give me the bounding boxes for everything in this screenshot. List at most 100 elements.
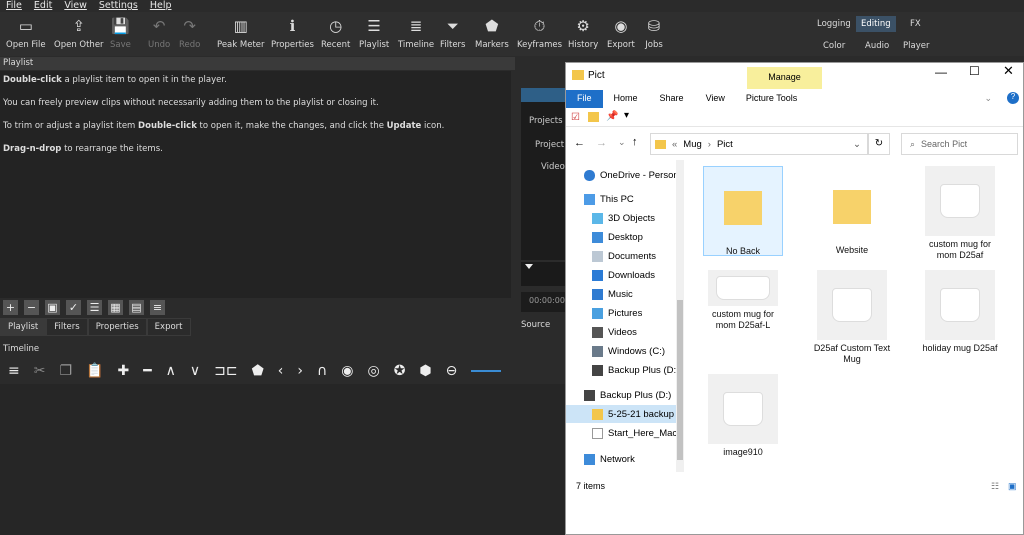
toolbar-redo-button[interactable]: ↷ Redo bbox=[179, 16, 200, 50]
tab-export[interactable]: Export bbox=[146, 318, 191, 336]
properties-icon[interactable]: ☑ bbox=[571, 112, 580, 123]
ripple-all-icon[interactable]: ✪ bbox=[394, 363, 406, 379]
tiles-view-icon[interactable]: ▦ bbox=[108, 300, 123, 315]
menu-file[interactable]: File bbox=[6, 0, 22, 12]
search-box[interactable]: ⌕ Search Pict bbox=[901, 133, 1018, 155]
remove-icon[interactable]: − bbox=[24, 300, 39, 315]
file-item[interactable]: custom mug for mom D25af bbox=[920, 166, 1000, 261]
tab-filters[interactable]: Filters bbox=[46, 318, 88, 336]
minimize-icon[interactable]: — bbox=[935, 65, 947, 79]
ripple-markers-icon[interactable]: ⬢ bbox=[419, 363, 431, 379]
new-folder-icon[interactable] bbox=[588, 112, 599, 122]
check-icon[interactable]: ✓ bbox=[66, 300, 81, 315]
lift-icon[interactable]: ∧ bbox=[166, 363, 176, 379]
layout-editing[interactable]: Editing bbox=[856, 16, 896, 32]
nav-item[interactable]: OneDrive - Person bbox=[584, 166, 679, 184]
ribbon-tab-home[interactable]: Home bbox=[603, 90, 649, 108]
nav-item[interactable]: Music bbox=[592, 285, 633, 303]
toolbar-properties-button[interactable]: ℹ Properties bbox=[271, 16, 314, 50]
nav-scrollbar[interactable] bbox=[676, 160, 684, 472]
recent-locations-icon[interactable]: ⌄ bbox=[618, 137, 626, 148]
breadcrumb-item[interactable]: Mug bbox=[683, 139, 701, 150]
menu-edit[interactable]: Edit bbox=[34, 0, 52, 12]
nav-item[interactable]: Windows (C:) bbox=[592, 342, 665, 360]
ribbon-tab-view[interactable]: View bbox=[695, 90, 736, 108]
zoom-slider[interactable] bbox=[471, 370, 502, 372]
toolbar-open-other-button[interactable]: ⇪ Open Other bbox=[54, 16, 104, 50]
refresh-icon[interactable]: ↻ bbox=[868, 133, 890, 155]
next-marker-icon[interactable]: › bbox=[297, 363, 303, 379]
ribbon-tab-file[interactable]: File bbox=[566, 90, 603, 108]
zoom-out-icon[interactable]: ⊖ bbox=[446, 363, 458, 379]
overwrite-icon[interactable]: ∨ bbox=[190, 363, 200, 379]
file-item[interactable]: holiday mug D25af bbox=[920, 270, 1000, 354]
nav-item[interactable]: Documents bbox=[592, 247, 656, 265]
file-item[interactable]: D25af Custom Text Mug bbox=[812, 270, 892, 365]
scrollbar-thumb[interactable] bbox=[677, 300, 683, 460]
large-icons-view-icon[interactable]: ▣ bbox=[1008, 481, 1017, 492]
ribbon-tab-picture-tools[interactable]: Picture Tools bbox=[736, 90, 807, 108]
qa-dropdown-icon[interactable]: ▾ bbox=[624, 110, 629, 121]
nav-item[interactable]: Backup Plus (D:) bbox=[592, 361, 679, 379]
tab-playlist[interactable]: Playlist bbox=[0, 318, 47, 336]
layout-player[interactable]: Player bbox=[898, 38, 934, 54]
toolbar-timeline-button[interactable]: ≣ Timeline bbox=[398, 16, 434, 50]
toolbar-filters-button[interactable]: ⏷ Filters bbox=[440, 16, 465, 50]
tab-source[interactable]: Source bbox=[521, 320, 550, 330]
nav-item[interactable]: Start_Here_Mac. bbox=[592, 424, 680, 442]
expand-ribbon-icon[interactable]: ⌄ bbox=[973, 90, 1003, 108]
forward-icon[interactable]: → bbox=[596, 137, 607, 149]
snap-icon[interactable]: ∩ bbox=[317, 363, 327, 379]
help-icon[interactable]: ? bbox=[1007, 92, 1019, 104]
details-view-icon[interactable]: ☰ bbox=[87, 300, 102, 315]
toolbar-jobs-button[interactable]: ⛁ Jobs bbox=[645, 16, 663, 50]
layout-fx[interactable]: FX bbox=[905, 16, 926, 32]
chevron-down-icon[interactable]: ⌄ bbox=[853, 139, 861, 150]
layout-audio[interactable]: Audio bbox=[860, 38, 894, 54]
menu-view[interactable]: View bbox=[64, 0, 87, 12]
details-view-icon[interactable]: ☷ bbox=[991, 481, 999, 492]
append-icon[interactable]: ✚ bbox=[117, 363, 129, 379]
toolbar-peak-meter-button[interactable]: ▥ Peak Meter bbox=[217, 16, 265, 50]
nav-item[interactable]: Pictures bbox=[592, 304, 642, 322]
menu-icon[interactable]: ≡ bbox=[8, 363, 20, 379]
file-item[interactable]: No Back bbox=[703, 166, 783, 256]
layout-logging[interactable]: Logging bbox=[812, 16, 856, 32]
remove-icon[interactable]: ━ bbox=[143, 363, 151, 379]
add-icon[interactable]: + bbox=[3, 300, 18, 315]
toolbar-recent-button[interactable]: ◷ Recent bbox=[321, 16, 350, 50]
nav-item[interactable]: Downloads bbox=[592, 266, 655, 284]
paste-icon[interactable]: 📋 bbox=[86, 363, 103, 379]
cut-icon[interactable]: ✂ bbox=[34, 363, 46, 379]
toolbar-undo-button[interactable]: ↶ Undo bbox=[148, 16, 170, 50]
close-icon[interactable]: ✕ bbox=[1003, 63, 1014, 79]
toolbar-save-button[interactable]: 💾 Save bbox=[110, 16, 131, 50]
copy-icon[interactable]: ❐ bbox=[59, 363, 72, 379]
breadcrumb-item[interactable]: Pict bbox=[717, 139, 733, 150]
update-icon[interactable]: ▣ bbox=[45, 300, 60, 315]
layout-color[interactable]: Color bbox=[818, 38, 850, 54]
nav-item[interactable]: Network bbox=[584, 450, 635, 468]
toolbar-playlist-button[interactable]: ☰ Playlist bbox=[359, 16, 389, 50]
toolbar-open-file-button[interactable]: ▭ Open File bbox=[6, 16, 46, 50]
file-item[interactable]: Website bbox=[812, 166, 892, 256]
scrubber[interactable] bbox=[521, 262, 565, 286]
marker-icon[interactable]: ⬟ bbox=[252, 363, 264, 379]
toolbar-export-button[interactable]: ◉ Export bbox=[607, 16, 635, 50]
tab-properties[interactable]: Properties bbox=[87, 318, 147, 336]
back-icon[interactable]: ← bbox=[574, 137, 585, 149]
breadcrumb-overflow-icon[interactable]: « bbox=[672, 139, 677, 150]
toolbar-markers-button[interactable]: ⬟ Markers bbox=[475, 16, 509, 50]
menu-icon[interactable]: ≡ bbox=[150, 300, 165, 315]
file-item[interactable]: image910 bbox=[703, 374, 783, 458]
menu-help[interactable]: Help bbox=[150, 0, 172, 12]
nav-item[interactable]: Desktop bbox=[592, 228, 643, 246]
ribbon-tab-share[interactable]: Share bbox=[649, 90, 695, 108]
up-icon[interactable]: ↑ bbox=[632, 136, 638, 148]
nav-item[interactable]: Videos bbox=[592, 323, 637, 341]
nav-item[interactable]: Backup Plus (D:) bbox=[584, 386, 671, 404]
ripple-icon[interactable]: ◎ bbox=[367, 363, 379, 379]
nav-item[interactable]: 3D Objects bbox=[592, 209, 655, 227]
address-bar[interactable]: « Mug › Pict ⌄ bbox=[650, 133, 868, 155]
icons-view-icon[interactable]: ▤ bbox=[129, 300, 144, 315]
